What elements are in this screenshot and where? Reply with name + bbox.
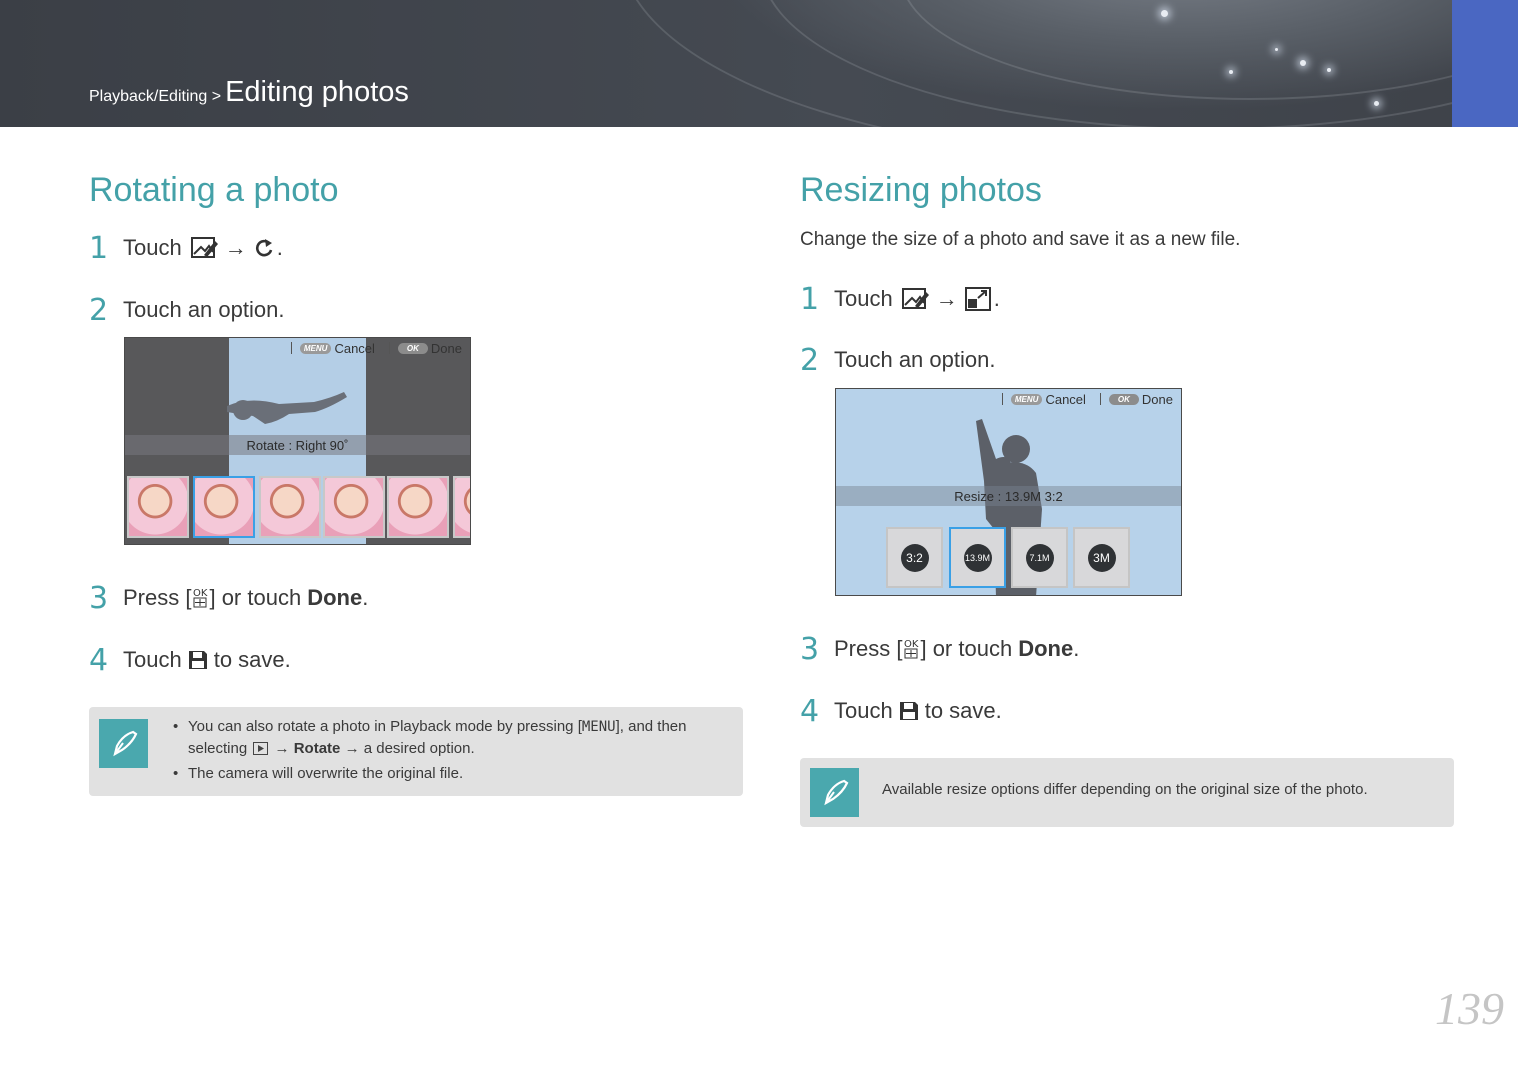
- page-header: Playback/Editing > Editing photos: [0, 0, 1518, 127]
- step-text-end: to save.: [213, 647, 291, 672]
- step-text: Touch: [123, 647, 182, 672]
- note-item: You can also rotate a photo in Playback …: [173, 716, 733, 760]
- menu-button-icon: MENU: [1010, 393, 1043, 405]
- step-number: 1: [89, 230, 109, 266]
- resize-status: Resize : 13.9M 3:2: [836, 486, 1181, 506]
- rotate-step-2: 2 Touch an option.: [89, 292, 285, 328]
- rotate-status: Rotate : Right 90˚: [125, 435, 470, 455]
- resize-option-13-9m[interactable]: 13.9M: [949, 527, 1006, 588]
- resize-title: Resizing photos: [800, 171, 1042, 209]
- resize-intro: Change the size of a photo and save it a…: [800, 229, 1241, 250]
- step-text-end: to save.: [924, 698, 1002, 723]
- screen-topbar: MENU Cancel OK Done: [283, 338, 462, 358]
- resize-note: Available resize options differ dependin…: [800, 758, 1454, 827]
- resize-screen: MENU Cancel OK Done Resize : 13.9M 3:2 3…: [835, 388, 1182, 596]
- edit-photo-icon: [901, 286, 929, 312]
- rotate-option-thumb[interactable]: [127, 476, 189, 538]
- svg-text:OK: OK: [193, 588, 208, 599]
- resize-step-3: 3 Press [ OK ] or touch Done .: [800, 631, 1080, 667]
- cancel-button[interactable]: Cancel: [1045, 392, 1085, 407]
- breadcrumb-section: Playback/Editing >: [89, 88, 222, 105]
- rotate-screen: MENU Cancel OK Done Rotate : Right 90˚: [124, 337, 471, 545]
- step-text: ] or touch: [920, 636, 1013, 661]
- step-text: Touch: [834, 286, 893, 311]
- arrow-text: →: [935, 286, 958, 311]
- menu-button-icon: MENU: [299, 342, 332, 354]
- step-number: 3: [89, 580, 109, 616]
- step-number: 3: [800, 631, 820, 667]
- option-label: 3:2: [900, 543, 929, 572]
- step-number: 4: [800, 693, 820, 729]
- done-label: Done: [307, 585, 363, 610]
- rotate-option-thumb[interactable]: [453, 476, 470, 538]
- resize-icon: [964, 287, 991, 311]
- done-button[interactable]: Done: [1142, 392, 1173, 407]
- save-icon: [899, 701, 919, 721]
- rotate-option-thumb[interactable]: [387, 476, 449, 538]
- step-text: ] or touch: [209, 585, 302, 610]
- resize-option-7-1m[interactable]: 7.1M: [1011, 527, 1068, 588]
- rotate-step-1: 1 Touch → .: [89, 230, 283, 266]
- ok-button-icon: OK: [903, 638, 919, 660]
- save-icon: [188, 650, 208, 670]
- breadcrumb: Playback/Editing > Editing photos: [89, 76, 409, 109]
- page-number: 139: [1435, 983, 1504, 1034]
- rotate-option-thumb[interactable]: [193, 476, 255, 538]
- note-list: You can also rotate a photo in Playback …: [173, 716, 733, 788]
- menu-key-label: MENU: [581, 719, 616, 735]
- step-text: Touch an option.: [834, 347, 996, 372]
- arrow-text: →: [224, 235, 247, 260]
- done-label: Done: [1018, 636, 1074, 661]
- screen-topbar: MENU Cancel OK Done: [994, 389, 1173, 409]
- resize-step-4: 4 Touch to save.: [800, 693, 1002, 729]
- chapter-tab: [1452, 0, 1518, 127]
- edit-photo-icon: [190, 235, 218, 261]
- rotate-option-thumb[interactable]: [259, 476, 321, 538]
- step-text: Touch: [834, 698, 893, 723]
- rotate-step-4: 4 Touch to save.: [89, 642, 291, 678]
- note-text: Available resize options differ dependin…: [882, 781, 1368, 798]
- rotate-title: Rotating a photo: [89, 171, 339, 209]
- step-number: 2: [800, 342, 820, 378]
- resize-step-1: 1 Touch → .: [800, 281, 1000, 317]
- ok-button-icon: OK: [397, 342, 428, 354]
- cancel-button[interactable]: Cancel: [334, 341, 374, 356]
- note-pen-icon: [99, 719, 148, 768]
- step-number: 4: [89, 642, 109, 678]
- playback-icon: [253, 742, 269, 755]
- step-text: Touch: [123, 235, 182, 260]
- done-button[interactable]: Done: [431, 341, 462, 356]
- page-title: Editing photos: [225, 76, 409, 108]
- rotate-note: You can also rotate a photo in Playback …: [89, 707, 743, 796]
- resize-step-2: 2 Touch an option.: [800, 342, 996, 378]
- step-text: Press [: [123, 585, 192, 610]
- note-pen-icon: [810, 768, 859, 817]
- option-label: 7.1M: [1025, 543, 1054, 572]
- ok-button-icon: OK: [192, 587, 208, 609]
- ok-button-icon: OK: [1108, 393, 1139, 405]
- note-item: The camera will overwrite the original f…: [173, 763, 733, 785]
- rotate-step-3: 3 Press [ OK ] or touch Done .: [89, 580, 369, 616]
- rotate-icon: [254, 237, 274, 259]
- step-text-end: .: [1073, 636, 1080, 661]
- step-text: Touch an option.: [123, 297, 285, 322]
- step-text-end: .: [362, 585, 369, 610]
- step-text-end: .: [993, 286, 1000, 311]
- option-label: 13.9M: [963, 543, 992, 572]
- step-number: 2: [89, 292, 109, 328]
- resize-option-3m[interactable]: 3M: [1073, 527, 1130, 588]
- svg-text:OK: OK: [904, 639, 919, 650]
- rotate-option-thumb[interactable]: [323, 476, 385, 538]
- step-text: Press [: [834, 636, 903, 661]
- option-label: 3M: [1087, 543, 1116, 572]
- step-number: 1: [800, 281, 820, 317]
- resize-option-3-2[interactable]: 3:2: [886, 527, 943, 588]
- step-text-end: .: [276, 235, 283, 260]
